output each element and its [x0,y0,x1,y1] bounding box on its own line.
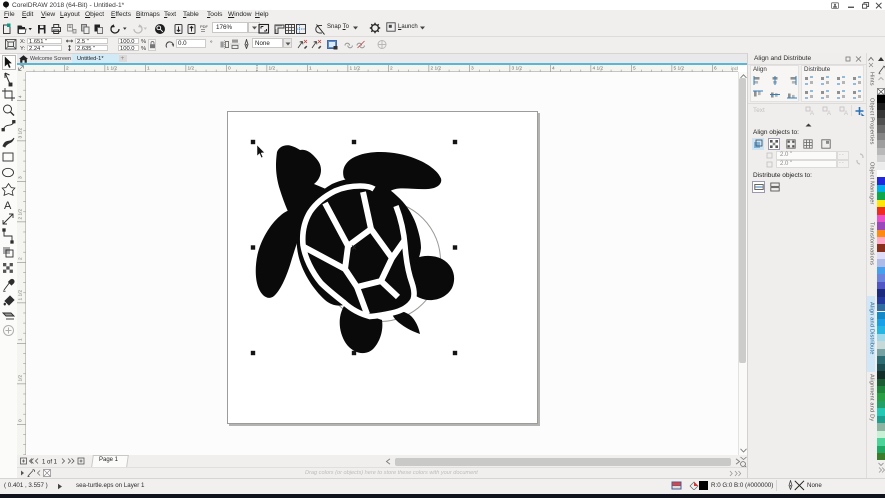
svg-text:1: 1 [17,338,23,341]
svg-text:4: 4 [17,95,23,98]
svg-text:3: 3 [17,176,23,179]
svg-text:1 1/2: 1 1/2 [107,65,118,71]
svg-text:3: 3 [471,65,474,71]
svg-text:2: 2 [390,65,393,71]
svg-text:5 1/2: 5 1/2 [674,65,685,71]
svg-text:1/2: 1/2 [188,65,195,71]
svg-text:A: A [4,200,12,212]
svg-text:1: 1 [147,65,150,71]
svg-text:A: A [810,111,814,116]
svg-text:6: 6 [714,65,717,71]
svg-text:0: 0 [228,65,231,71]
svg-text:3 1/2: 3 1/2 [512,65,523,71]
svg-text:2 1/2: 2 1/2 [17,208,23,219]
svg-text:1 1/2: 1 1/2 [350,65,361,71]
svg-text:A: A [844,111,848,116]
svg-text:3 1/2: 3 1/2 [17,127,23,138]
svg-text:1 1/2: 1 1/2 [17,289,23,300]
svg-text:1 of 1: 1 of 1 [42,460,58,466]
svg-text:1: 1 [309,65,312,71]
svg-text:A: A [827,111,831,116]
svg-text:2: 2 [17,257,23,260]
svg-text:4: 4 [552,65,555,71]
svg-text:5: 5 [633,65,636,71]
svg-text:2: 2 [66,65,69,71]
svg-text:1/2: 1/2 [17,374,23,381]
svg-text:2 1/2: 2 1/2 [431,65,442,71]
svg-text:0: 0 [17,419,23,422]
svg-text:inches: inches [731,66,738,71]
svg-text:4 1/2: 4 1/2 [593,65,604,71]
svg-text:1/2: 1/2 [269,65,276,71]
svg-text:PDF: PDF [200,24,209,29]
